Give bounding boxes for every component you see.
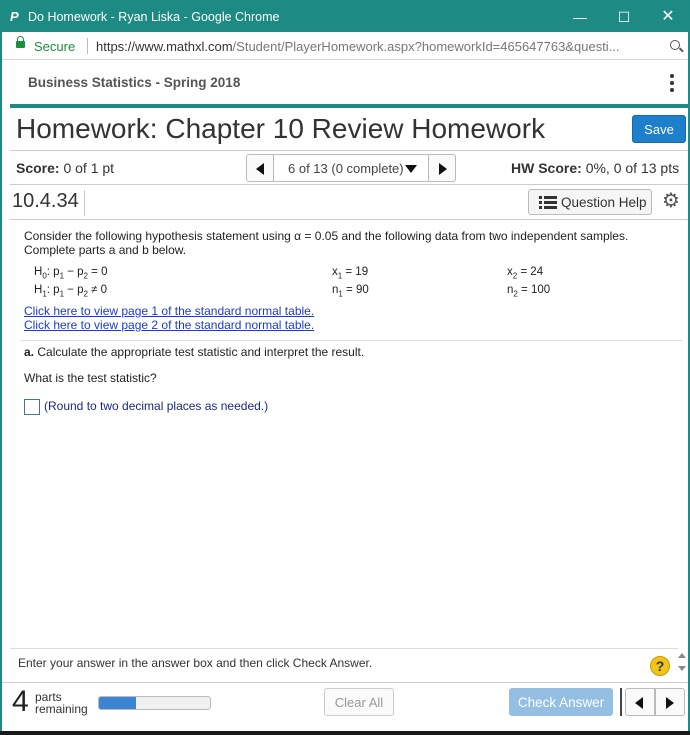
question-score: Score: 0 of 1 pt <box>16 160 114 176</box>
divider <box>20 340 682 341</box>
test-statistic-question: What is the test statistic? <box>24 371 157 385</box>
part-a-instruction: a. Calculate the appropriate test statis… <box>24 345 364 359</box>
window-title: Do Homework - Ryan Liska - Google Chrome <box>28 10 280 24</box>
kebab-menu-icon[interactable] <box>670 74 674 92</box>
header-divider <box>10 104 688 108</box>
url-host: https://www.mathxl.com <box>96 39 233 54</box>
secure-label[interactable]: Secure <box>34 39 75 54</box>
question-number: 10.4.34 <box>12 190 79 212</box>
divider <box>10 219 688 220</box>
parts-remaining-label: parts remaining <box>35 690 88 716</box>
part-a-text: Calculate the appropriate test statistic… <box>34 345 365 359</box>
zoom-icon[interactable] <box>670 40 680 50</box>
score-label: Score: <box>16 160 60 176</box>
normal-table-page2-link[interactable]: Click here to view page 2 of the standar… <box>24 318 314 332</box>
question-help-button[interactable]: Question Help <box>528 189 652 215</box>
triangle-right-icon <box>439 163 447 175</box>
list-icon <box>539 196 557 209</box>
test-statistic-answer-box[interactable] <box>24 399 40 415</box>
check-answer-button[interactable]: Check Answer <box>509 688 613 716</box>
sample2-size: n2 = 100 <box>507 284 551 299</box>
triangle-down-icon <box>405 165 417 173</box>
rounding-note: (Round to two decimal places as needed.) <box>44 399 269 413</box>
divider <box>10 648 678 649</box>
sample2-successes: x2 = 24 <box>507 266 544 281</box>
parts-remaining-count: 4 <box>12 685 29 718</box>
address-bar[interactable]: Secure https://www.mathxl.com/Student/Pl… <box>2 32 688 60</box>
normal-table-page1-link[interactable]: Click here to view page 1 of the standar… <box>24 304 314 318</box>
sample1-size: n1 = 90 <box>332 284 369 299</box>
scroll-down-arrow[interactable] <box>678 666 686 671</box>
hw-score-label: HW Score: <box>511 160 582 176</box>
question-select[interactable]: 6 of 13 (0 complete) <box>274 154 428 182</box>
divider <box>10 184 688 185</box>
address-separator <box>87 38 88 54</box>
null-hypothesis: H0: p1 − p2 = 0 <box>34 266 108 281</box>
taskbar-strip <box>0 731 690 735</box>
triangle-left-icon <box>635 697 643 709</box>
parts-progress-bar <box>98 696 211 710</box>
question-help-label: Question Help <box>561 194 647 210</box>
divider <box>10 150 688 151</box>
next-part-button[interactable] <box>655 688 685 716</box>
close-button[interactable]: ✕ <box>646 6 688 28</box>
course-header: Business Statistics - Spring 2018 <box>2 60 688 104</box>
answer-instruction: Enter your answer in the answer box and … <box>18 656 373 670</box>
parts-progress-fill <box>99 697 136 709</box>
question-number-separator <box>84 190 85 216</box>
homework-score: HW Score: 0%, 0 of 13 pts <box>511 160 679 176</box>
previous-part-button[interactable] <box>625 688 655 716</box>
course-title: Business Statistics - Spring 2018 <box>28 75 241 90</box>
lock-icon <box>16 36 25 48</box>
toolbar-separator <box>620 688 622 716</box>
save-button[interactable]: Save <box>632 115 686 143</box>
triangle-right-icon <box>666 697 674 709</box>
mathxl-app-icon: P <box>10 9 19 24</box>
alternative-hypothesis: H1: p1 − p2 ≠ 0 <box>34 284 108 299</box>
question-prompt: Consider the following hypothesis statem… <box>24 229 629 257</box>
sample1-successes: x1 = 19 <box>332 266 369 281</box>
next-question-button[interactable] <box>428 154 456 182</box>
url-path: /Student/PlayerHomework.aspx?homeworkId=… <box>232 39 620 54</box>
gear-icon[interactable]: ⚙ <box>662 191 680 211</box>
score-value: 0 of 1 pt <box>63 160 115 176</box>
help-icon[interactable]: ? <box>650 656 670 676</box>
question-select-label: 6 of 13 (0 complete) <box>288 161 404 176</box>
previous-question-button[interactable] <box>246 154 274 182</box>
url-text[interactable]: https://www.mathxl.com/Student/PlayerHom… <box>96 39 662 54</box>
scroll-up-arrow[interactable] <box>678 653 686 658</box>
bottom-toolbar: 4 parts remaining Clear All Check Answer <box>2 682 688 733</box>
title-bar: P Do Homework - Ryan Liska - Google Chro… <box>2 2 688 32</box>
browser-window: P Do Homework - Ryan Liska - Google Chro… <box>0 0 690 735</box>
minimize-button[interactable]: — <box>558 6 602 28</box>
part-a-label: a. <box>24 345 35 359</box>
homework-title: Homework: Chapter 10 Review Homework <box>16 113 546 144</box>
maximize-button[interactable]: ☐ <box>602 6 646 28</box>
triangle-left-icon <box>256 163 264 175</box>
hw-score-value: 0%, 0 of 13 pts <box>585 160 680 176</box>
clear-all-button[interactable]: Clear All <box>324 688 394 716</box>
